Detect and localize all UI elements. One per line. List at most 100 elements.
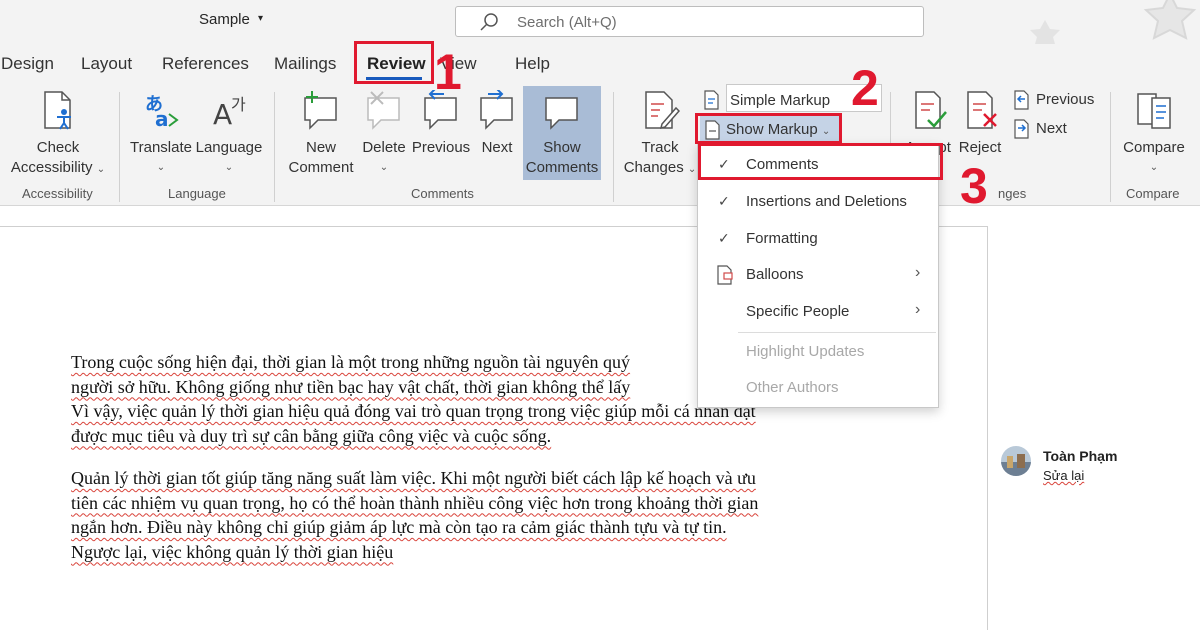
text-line: Ngược lại, việc không quản lý thời gian … xyxy=(71,541,394,562)
menu-item-balloons[interactable]: Balloons › xyxy=(698,258,938,292)
menu-item-other-authors: Other Authors xyxy=(698,371,938,405)
previous-change-icon xyxy=(1014,90,1029,110)
group-label-compare: Compare xyxy=(1126,186,1180,201)
chevron-right-icon: › xyxy=(915,264,921,281)
menu-item-label: Other Authors xyxy=(746,379,839,396)
checkmark-icon: ✓ xyxy=(718,230,730,246)
chevron-down-icon: ⌄ xyxy=(1149,162,1159,173)
previous-comment-button[interactable]: Previous xyxy=(410,90,472,158)
check-accessibility-button[interactable]: Check Accessibility ⌄ xyxy=(6,90,110,180)
group-label-accessibility: Accessibility xyxy=(22,186,93,201)
svg-text:a: a xyxy=(155,107,169,130)
svg-text:A: A xyxy=(213,98,232,130)
search-icon xyxy=(480,13,498,31)
compare-label: Compare xyxy=(1123,139,1185,156)
group-label-language: Language xyxy=(168,186,226,201)
menu-item-insertions-deletions[interactable]: ✓ Insertions and Deletions xyxy=(698,185,938,219)
menu-item-formatting[interactable]: ✓ Formatting xyxy=(698,222,938,256)
reject-label: Reject xyxy=(958,139,1002,156)
previous-change-button[interactable]: Previous xyxy=(1012,90,1094,110)
group-separator xyxy=(119,92,120,202)
star-decoration-icon xyxy=(1030,20,1060,44)
show-markup-menu: ✓ Comments ✓ Insertions and Deletions ✓ … xyxy=(697,143,939,408)
track-changes-icon xyxy=(645,91,680,130)
next-comment-button[interactable]: Next xyxy=(474,90,520,158)
svg-text:가: 가 xyxy=(231,95,246,114)
language-icon: A 가 xyxy=(213,95,246,130)
comment-text[interactable]: Sửa lại xyxy=(1043,468,1084,483)
tab-layout[interactable]: Layout xyxy=(81,54,132,74)
highlight-box-show-markup xyxy=(695,113,842,144)
group-label-comments: Comments xyxy=(411,186,474,201)
delete-label: Delete xyxy=(362,139,406,156)
avatar xyxy=(1001,446,1031,476)
menu-item-label: Insertions and Deletions xyxy=(746,193,907,210)
highlight-box-review-tab xyxy=(354,41,434,84)
group-separator xyxy=(1110,92,1111,202)
display-for-review-icon xyxy=(704,90,719,110)
chevron-down-icon: ⌄ xyxy=(156,162,166,173)
translate-button[interactable]: あ a Translate ⌄ xyxy=(128,90,194,178)
step-number-3: 3 xyxy=(960,158,988,214)
track-changes-button[interactable]: Track Changes ⌄ xyxy=(620,90,700,180)
document-title[interactable]: Sample xyxy=(199,11,250,28)
step-number-1: 1 xyxy=(434,44,462,100)
menu-item-label: Formatting xyxy=(746,230,818,247)
comment-author: Toàn Phạm xyxy=(1043,448,1118,464)
star-decoration-icon xyxy=(1143,0,1197,40)
menu-item-label: Balloons xyxy=(746,266,804,283)
document-paragraph-2[interactable]: Quản lý thời gian tốt giúp tăng năng suấ… xyxy=(71,466,871,564)
reject-icon xyxy=(967,91,997,129)
menu-separator xyxy=(738,332,936,333)
tab-references[interactable]: References xyxy=(162,54,249,74)
chevron-right-icon: › xyxy=(915,301,921,318)
tab-mailings[interactable]: Mailings xyxy=(274,54,336,74)
new-comment-label-line1: New xyxy=(305,139,336,156)
markup-mode-value: Simple Markup xyxy=(730,92,831,109)
comment-pane-divider xyxy=(987,226,988,630)
reject-button[interactable]: Reject xyxy=(952,90,1008,158)
next-change-label: Next xyxy=(1036,119,1067,137)
compare-icon xyxy=(1137,93,1171,129)
language-button[interactable]: A 가 Language ⌄ xyxy=(194,90,264,178)
chevron-down-icon: ⌄ xyxy=(224,162,234,173)
balloons-icon xyxy=(717,265,733,285)
show-comments-label-line2: Comments xyxy=(525,159,599,176)
next-label: Next xyxy=(481,139,513,156)
search-input[interactable]: Search (Alt+Q) xyxy=(455,6,924,37)
show-comments-button[interactable]: Show Comments xyxy=(523,86,601,180)
delete-comment-button[interactable]: Delete ⌄ xyxy=(356,90,412,178)
next-comment-icon xyxy=(480,90,513,130)
track-changes-label-line2: Changes ⌄ xyxy=(623,159,697,176)
chevron-down-icon: ⌄ xyxy=(379,162,389,173)
compare-button[interactable]: Compare ⌄ xyxy=(1116,90,1192,178)
delete-comment-icon xyxy=(367,91,400,130)
new-comment-icon xyxy=(304,91,337,130)
menu-item-highlight-updates: Highlight Updates xyxy=(698,335,938,369)
markup-mode-select[interactable] xyxy=(702,90,726,110)
accessibility-check-icon xyxy=(44,91,71,130)
menu-item-specific-people[interactable]: Specific People › xyxy=(698,295,938,329)
text-line: tiên các nhiệm vụ quan trọng, họ có thể … xyxy=(71,492,759,513)
tab-help[interactable]: Help xyxy=(515,54,550,74)
new-comment-label-line2: Comment xyxy=(288,159,354,176)
language-label: Language xyxy=(195,139,263,156)
next-change-button[interactable]: Next xyxy=(1012,119,1067,139)
step-number-2: 2 xyxy=(851,60,879,116)
tab-design[interactable]: Design xyxy=(1,54,54,74)
new-comment-button[interactable]: New Comment xyxy=(284,90,358,178)
text-line: ngắn hơn. Điều này không chỉ giúp giảm á… xyxy=(71,517,727,537)
text-line: được mục tiêu và duy trì sự cân bằng giữ… xyxy=(71,425,552,446)
translate-label: Translate xyxy=(130,139,192,156)
track-changes-label-line1: Track xyxy=(641,139,679,156)
show-comments-label-line1: Show xyxy=(543,139,581,156)
chevron-down-icon[interactable]: ▾ xyxy=(258,13,263,24)
menu-item-label: Specific People xyxy=(746,303,850,320)
check-accessibility-label-line2: Accessibility ⌄ xyxy=(10,159,106,176)
group-label-changes: nges xyxy=(998,186,1027,201)
text-line: Quản lý thời gian tốt giúp tăng năng suấ… xyxy=(71,468,756,488)
translate-icon: あ a xyxy=(145,94,179,130)
search-placeholder: Search (Alt+Q) xyxy=(517,14,617,31)
group-separator xyxy=(274,92,275,202)
previous-change-label: Previous xyxy=(1036,90,1095,108)
